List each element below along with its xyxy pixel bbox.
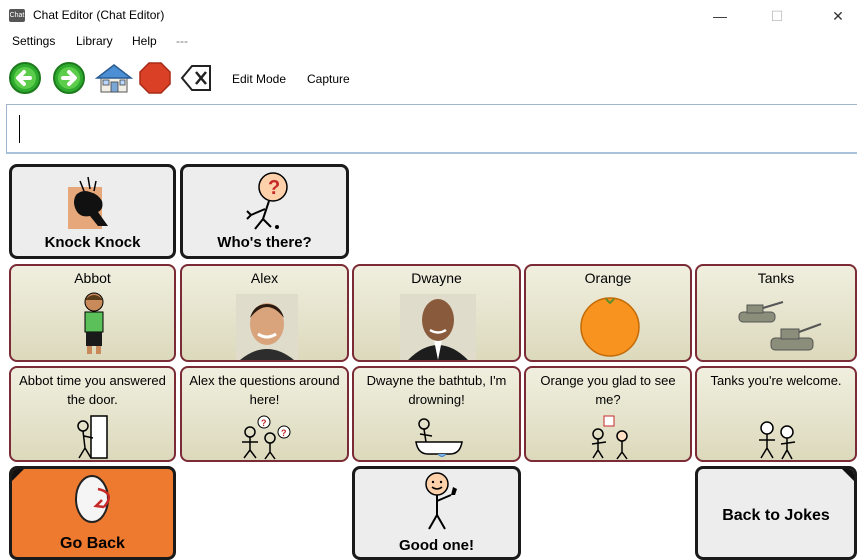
thanking-people-icon <box>759 421 796 460</box>
minimize-button[interactable]: — <box>700 4 740 28</box>
alex-punchline-label: Alex the questions around here! <box>189 373 340 407</box>
dwayne-button[interactable]: Dwayne <box>352 264 521 362</box>
back-to-jokes-button[interactable]: Back to Jokes <box>695 466 857 560</box>
menu-help[interactable]: Help <box>132 34 157 48</box>
dwayne-punchline-button[interactable]: Dwayne the bathtub, I'm drowning! <box>352 366 521 462</box>
clear-icon[interactable] <box>180 61 214 95</box>
good-one-label: Good one! <box>399 537 474 554</box>
alex-punchline-button[interactable]: Alex the questions around here! ? ? <box>180 366 349 462</box>
back-arrow-icon[interactable] <box>8 61 42 95</box>
tanks-punchline-button[interactable]: Tanks you're welcome. <box>695 366 857 462</box>
corner-marker-icon <box>842 469 854 481</box>
edit-mode-button[interactable]: Edit Mode <box>232 72 286 86</box>
app-icon: Chat <box>9 9 25 22</box>
tanks-punchline-label: Tanks you're welcome. <box>710 373 842 388</box>
close-button[interactable]: ✕ <box>818 4 857 28</box>
menu-library[interactable]: Library <box>76 34 113 48</box>
knock-knock-button[interactable]: Knock Knock <box>9 164 176 259</box>
knock-knock-label: Knock Knock <box>44 234 141 251</box>
abbot-punchline-label: Abbot time you answered the door. <box>19 373 166 407</box>
orange-label: Orange <box>584 270 632 286</box>
whos-there-button[interactable]: ? Who's there? <box>180 164 349 259</box>
dwayne-punchline-label: Dwayne the bathtub, I'm drowning! <box>366 373 507 407</box>
menu-settings[interactable]: Settings <box>12 34 55 48</box>
svg-text:?: ? <box>281 428 287 438</box>
knocking-fist-icon <box>68 176 108 229</box>
go-back-circle-icon <box>75 475 111 523</box>
home-icon[interactable] <box>94 61 134 95</box>
text-caret <box>19 115 20 143</box>
alex-label: Alex <box>250 270 279 286</box>
window-title: Chat Editor (Chat Editor) <box>33 8 165 22</box>
orange-button[interactable]: Orange <box>524 264 692 362</box>
svg-text:?: ? <box>268 177 280 199</box>
message-bar[interactable] <box>6 104 857 154</box>
whos-there-label: Who's there? <box>217 234 312 251</box>
dwayne-photo <box>400 294 476 360</box>
go-back-label: Go Back <box>60 535 125 552</box>
tanks-label: Tanks <box>757 270 795 286</box>
go-back-button[interactable]: Go Back <box>9 466 176 560</box>
abbot-button[interactable]: Abbot <box>9 264 176 362</box>
back-to-jokes-label: Back to Jokes <box>722 507 830 524</box>
asking-people-icon: ? ? <box>242 415 291 460</box>
bathtub-icon <box>415 418 463 457</box>
dwayne-label: Dwayne <box>411 270 462 286</box>
alex-button[interactable]: Alex <box>180 264 349 362</box>
orange-fruit-icon <box>580 297 640 357</box>
forward-arrow-icon[interactable] <box>52 61 86 95</box>
svg-text:?: ? <box>261 418 267 428</box>
tanks-button[interactable]: Tanks <box>695 264 857 362</box>
stop-icon[interactable] <box>138 61 172 95</box>
menu-separator: --- <box>176 34 188 48</box>
orange-punchline-label: Orange you glad to see me? <box>540 373 676 407</box>
thumbs-up-person-icon <box>425 472 457 530</box>
question-person-icon: ? <box>246 172 288 230</box>
alex-photo <box>236 294 298 360</box>
good-one-button[interactable]: Good one! <box>352 466 521 560</box>
capture-button[interactable]: Capture <box>307 72 350 86</box>
abbot-punchline-button[interactable]: Abbot time you answered the door. <box>9 366 176 462</box>
maximize-button[interactable]: ☐ <box>757 4 797 28</box>
boy-icon <box>84 292 104 354</box>
abbot-label: Abbot <box>74 270 111 286</box>
title-bar: Chat Chat Editor (Chat Editor) — ☐ ✕ <box>0 0 857 32</box>
tanks-icon <box>738 301 822 351</box>
toolbar: Edit Mode Capture <box>0 55 857 99</box>
door-icon <box>77 415 108 459</box>
greeting-people-icon <box>591 415 628 460</box>
corner-marker-icon <box>12 469 24 481</box>
orange-punchline-button[interactable]: Orange you glad to see me? <box>524 366 692 462</box>
